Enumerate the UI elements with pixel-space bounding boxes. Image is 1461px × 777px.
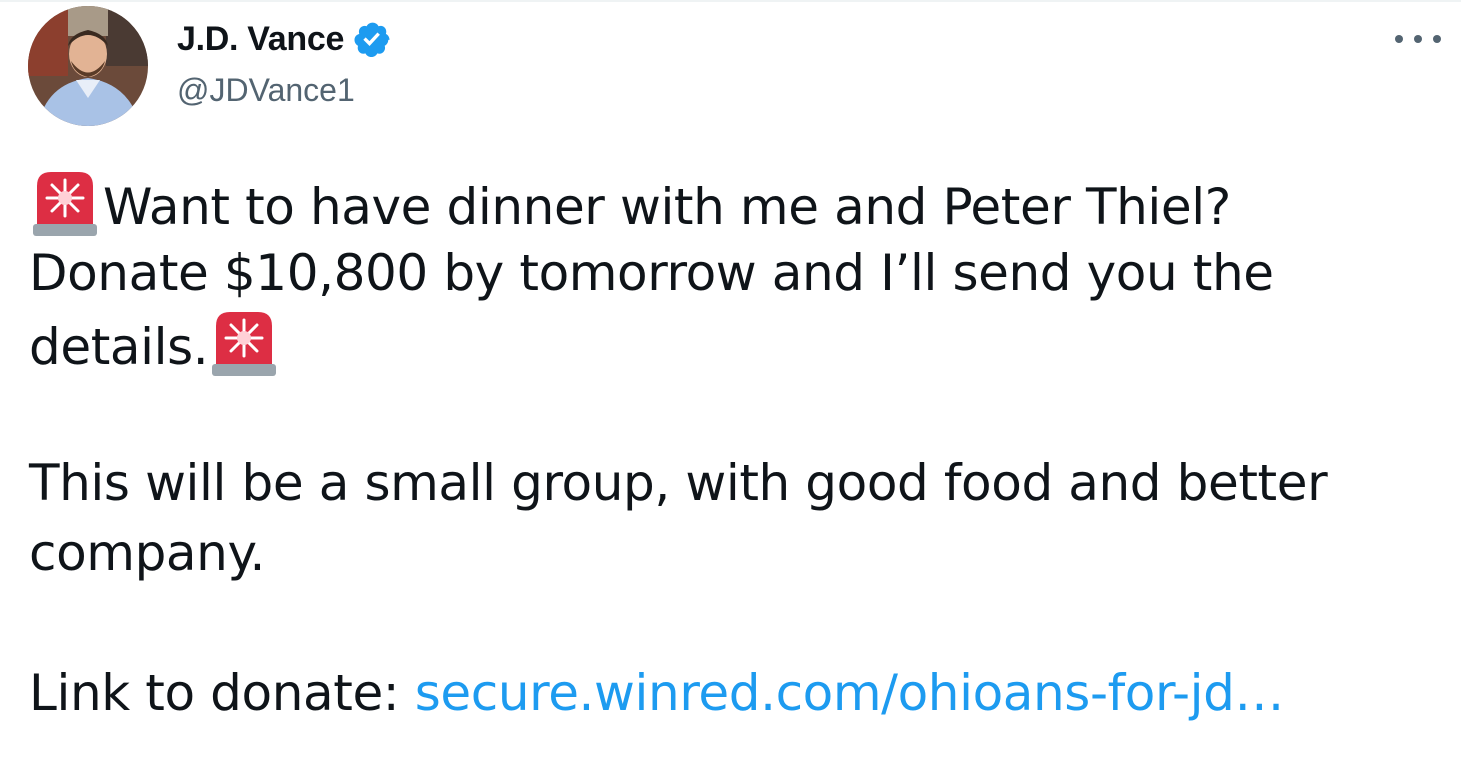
user-handle[interactable]: @JDVance1 — [177, 70, 355, 110]
display-name[interactable]: J.D. Vance — [177, 18, 344, 60]
more-dot-icon — [1414, 35, 1422, 43]
top-divider — [0, 0, 1461, 2]
tweet-text: Want to have dinner with me and Peter Th… — [29, 168, 1429, 728]
link-prefix: Link to donate: — [29, 664, 415, 722]
police-car-light-icon — [212, 312, 277, 376]
tweet-line: Donate $10,800 by tomorrow and I’ll send… — [29, 244, 1274, 302]
tweet-line-text: details. — [29, 318, 209, 376]
tweet-line: Link to donate: secure.winred.com/ohioan… — [29, 658, 1429, 728]
tweet-line: Want to have dinner with me and Peter Th… — [29, 168, 1429, 238]
tweet-line: company. — [29, 524, 266, 582]
tweet-line: details. — [29, 308, 1429, 378]
avatar[interactable] — [28, 6, 148, 126]
more-dot-icon — [1395, 35, 1403, 43]
more-dot-icon — [1433, 35, 1441, 43]
tweet-line-text: Want to have dinner with me and Peter Th… — [103, 178, 1231, 236]
police-car-light-icon — [33, 172, 97, 236]
verified-badge-icon — [354, 22, 390, 58]
donate-link[interactable]: secure.winred.com/ohioans-for-jd… — [415, 664, 1285, 722]
more-options-button[interactable] — [1395, 24, 1441, 54]
author-name-row[interactable]: J.D. Vance — [177, 18, 392, 60]
tweet-line: This will be a small group, with good fo… — [29, 454, 1328, 512]
